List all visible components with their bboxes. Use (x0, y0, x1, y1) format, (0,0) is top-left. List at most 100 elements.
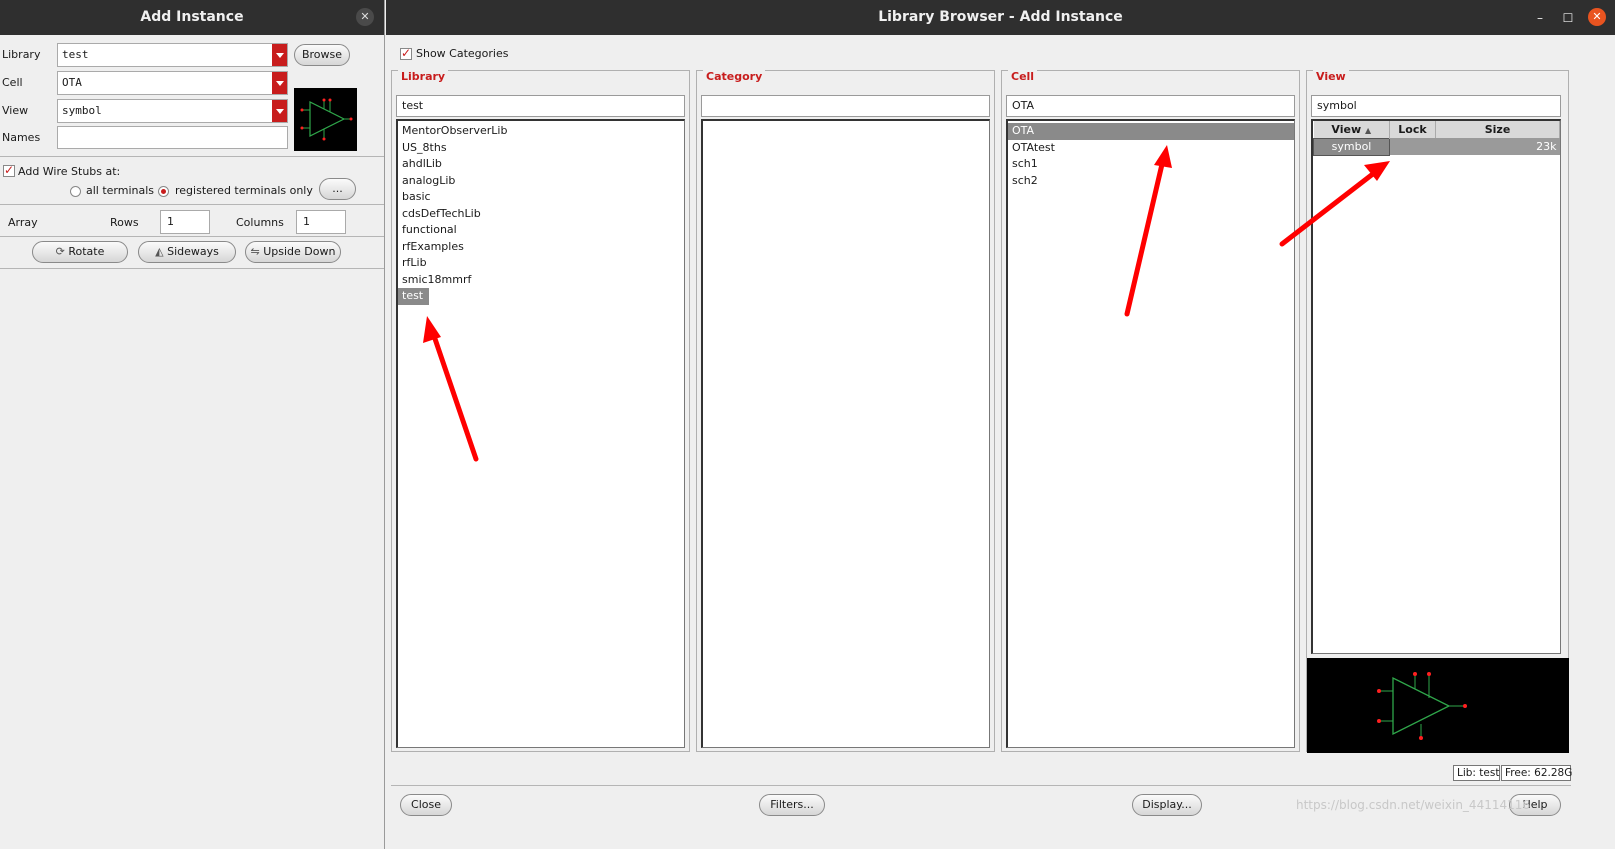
library-panel: Library test MentorObserverLib US_8ths ahd… (391, 70, 690, 752)
cell-value: OTA (62, 76, 82, 89)
rotate-icon: ⟳ (55, 245, 65, 258)
cell-panel-title: Cell (1008, 70, 1038, 83)
display-button[interactable]: Display... (1132, 794, 1202, 816)
show-categories-checkbox[interactable] (400, 46, 412, 60)
registered-terminals-label: registered terminals only (175, 184, 313, 197)
list-item[interactable]: smic18mmrf (398, 272, 684, 289)
names-input[interactable] (57, 126, 288, 149)
list-item[interactable]: rfLib (398, 255, 684, 272)
filters-button[interactable]: Filters... (759, 794, 825, 816)
list-item[interactable]: analogLib (398, 173, 684, 190)
close-button[interactable]: Close (400, 794, 452, 816)
opamp-symbol-icon (1377, 672, 1467, 740)
list-item[interactable]: cdsDefTechLib (398, 206, 684, 223)
list-item[interactable]: US_8ths (398, 140, 684, 157)
names-label: Names (2, 131, 41, 144)
separator (391, 785, 1571, 786)
symbol-preview-small (294, 88, 357, 151)
view-table: View ▲ Lock Size symbol 23k (1311, 119, 1561, 654)
chevron-down-icon[interactable] (272, 72, 287, 94)
registered-terminals-radio[interactable] (158, 186, 169, 197)
view-combo[interactable]: symbol (57, 99, 288, 123)
upside-down-button[interactable]: ⇋ Upside Down (245, 241, 341, 263)
add-instance-title: Add Instance (0, 0, 384, 35)
list-item[interactable]: rfExamples (398, 239, 684, 256)
list-item[interactable]: functional (398, 222, 684, 239)
library-combo[interactable]: test (57, 43, 288, 67)
minimize-icon[interactable]: – (1530, 8, 1550, 28)
all-terminals-label: all terminals (86, 184, 155, 197)
add-instance-window: Add Instance ✕ Library test Browse Cell … (0, 0, 385, 849)
sideways-label: Sideways (167, 245, 219, 258)
separator (0, 268, 384, 269)
cell-combo[interactable]: OTA (57, 71, 288, 95)
list-item[interactable]: OTAtest (1008, 140, 1294, 157)
cell-panel: Cell OTA OTA OTAtest sch1 sch2 (1001, 70, 1300, 752)
library-value: test (62, 48, 89, 61)
close-icon[interactable]: ✕ (1588, 8, 1606, 26)
array-label: Array (8, 216, 38, 229)
sideways-icon: ◭ (155, 245, 164, 258)
view-cell[interactable]: symbol (1313, 137, 1390, 156)
cell-list: OTA OTAtest sch1 sch2 (1006, 119, 1295, 748)
rows-input[interactable]: 1 (160, 210, 210, 234)
chevron-down-icon[interactable] (272, 100, 287, 122)
status-library: Lib: test (1453, 765, 1500, 781)
list-item[interactable]: basic (398, 189, 684, 206)
view-label: View (2, 104, 29, 117)
lock-column-header[interactable]: Lock (1389, 121, 1436, 138)
list-item[interactable]: sch1 (1008, 156, 1294, 173)
list-item[interactable]: test (398, 288, 430, 305)
separator (0, 204, 384, 205)
browse-button[interactable]: Browse (294, 44, 350, 66)
library-browser-window: Library Browser - Add Instance – ☐ ✕ Sho… (386, 0, 1615, 849)
library-browser-title: Library Browser - Add Instance (386, 0, 1615, 35)
separator (0, 236, 384, 237)
view-panel-title: View (1313, 70, 1349, 83)
rows-label: Rows (110, 216, 139, 229)
category-list (701, 119, 990, 748)
view-column-header[interactable]: View ▲ (1313, 121, 1390, 138)
sideways-button[interactable]: ◭ Sideways (138, 241, 236, 263)
all-terminals-radio[interactable] (70, 186, 81, 197)
view-panel: View symbol View ▲ Lock Size symbol 23k (1306, 70, 1569, 753)
watermark-text: https://blog.csdn.net/weixin_44114116 (1296, 798, 1531, 812)
close-icon[interactable]: ✕ (356, 8, 374, 26)
rotate-label: Rotate (68, 245, 105, 258)
separator (0, 156, 384, 157)
upside-down-icon: ⇋ (250, 245, 260, 258)
cell-filter-input[interactable]: OTA (1006, 95, 1295, 117)
more-options-button[interactable]: ... (319, 178, 356, 200)
view-value: symbol (62, 104, 102, 117)
columns-label: Columns (236, 216, 284, 229)
list-item[interactable]: ahdlLib (398, 156, 684, 173)
chevron-down-icon[interactable] (272, 44, 287, 66)
library-list: MentorObserverLib US_8ths ahdlLib analogLib… (396, 119, 685, 748)
list-item[interactable]: OTA (1008, 123, 1294, 140)
view-table-grid: View ▲ Lock Size symbol 23k (1313, 121, 1560, 156)
upside-down-label: Upside Down (263, 245, 336, 258)
library-label: Library (2, 48, 41, 61)
columns-input[interactable]: 1 (296, 210, 346, 234)
library-panel-title: Library (398, 70, 449, 83)
opamp-symbol-icon (300, 98, 353, 141)
rotate-button[interactable]: ⟳ Rotate (32, 241, 128, 263)
lock-cell (1389, 138, 1436, 155)
category-panel: Category (696, 70, 995, 752)
sort-up-icon: ▲ (1364, 125, 1372, 135)
size-cell: 23k (1435, 138, 1560, 155)
maximize-icon[interactable]: ☐ (1558, 8, 1578, 28)
category-panel-title: Category (703, 70, 766, 83)
size-column-header[interactable]: Size (1435, 121, 1560, 138)
category-filter-input[interactable] (701, 95, 990, 117)
symbol-preview-large (1307, 658, 1569, 753)
show-categories-label: Show Categories (416, 47, 509, 60)
list-item[interactable]: sch2 (1008, 173, 1294, 190)
library-filter-input[interactable]: test (396, 95, 685, 117)
wire-stubs-label: Add Wire Stubs at: (18, 165, 121, 178)
view-filter-input[interactable]: symbol (1311, 95, 1561, 117)
wire-stubs-checkbox[interactable] (3, 163, 15, 177)
table-row[interactable]: symbol 23k (1313, 137, 1560, 156)
list-item[interactable]: MentorObserverLib (398, 123, 684, 140)
cell-label: Cell (2, 76, 23, 89)
